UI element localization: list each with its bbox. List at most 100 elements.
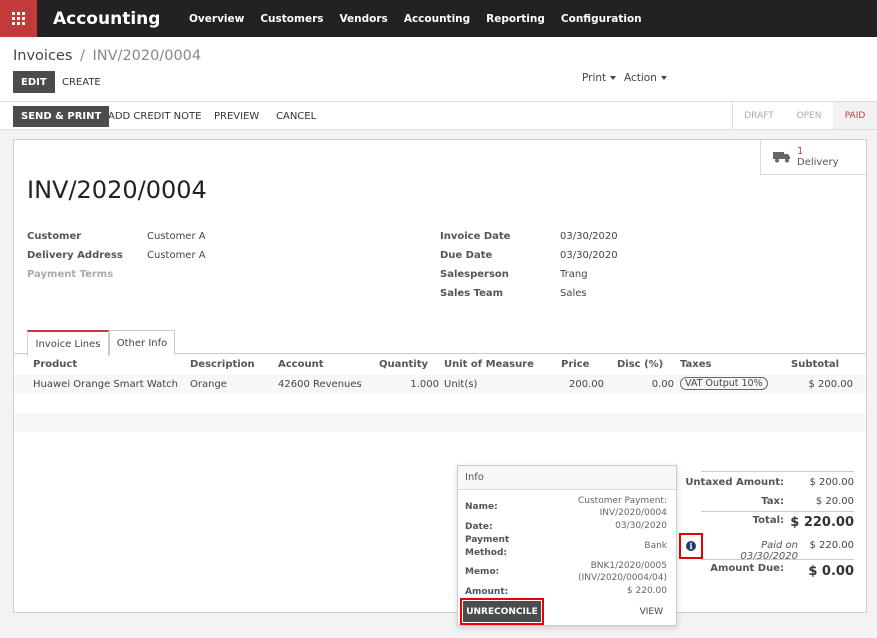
popover-method-label-2: Method: xyxy=(465,548,507,558)
send-print-button[interactable]: SEND & PRINT xyxy=(13,106,110,127)
tab-other-info[interactable]: Other Info xyxy=(109,330,175,355)
breadcrumb-invoices[interactable]: Invoices xyxy=(13,48,72,64)
line-price: 200.00 xyxy=(569,379,604,390)
info-icon: i xyxy=(686,541,696,551)
create-button[interactable]: CREATE xyxy=(62,71,101,93)
popover-method-value: Bank xyxy=(644,541,667,551)
invoice-number: INV/2020/0004 xyxy=(27,176,207,204)
line-account: 42600 Revenues xyxy=(278,379,362,390)
popover-method-label-1: Payment xyxy=(465,535,510,545)
top-navbar: Accounting Overview Customers Vendors Ac… xyxy=(0,0,877,37)
breadcrumb-current: INV/2020/0004 xyxy=(92,48,202,64)
payment-info-button[interactable]: i xyxy=(679,533,703,559)
stage-paid: PAID xyxy=(833,102,877,129)
status-stages: DRAFT OPEN PAID xyxy=(732,102,877,129)
cancel-button[interactable]: CANCEL xyxy=(276,106,316,127)
breadcrumb: Invoices / INV/2020/0004 xyxy=(13,48,201,64)
preview-button[interactable]: PREVIEW xyxy=(214,106,259,127)
col-uom[interactable]: Unit of Measure xyxy=(444,359,534,370)
delivery-label: Delivery xyxy=(797,156,839,168)
customer-label: Customer xyxy=(27,231,82,242)
delivery-address-label: Delivery Address xyxy=(27,250,123,261)
col-discount[interactable]: Disc (%) xyxy=(617,359,663,370)
empty-row xyxy=(14,413,866,432)
print-dropdown[interactable]: Print xyxy=(582,72,617,84)
menu-configuration[interactable]: Configuration xyxy=(561,13,642,25)
invoice-date-label: Invoice Date xyxy=(440,231,511,242)
caret-down-icon xyxy=(610,76,617,80)
popover-memo-line1: BNK1/2020/0005 xyxy=(590,561,667,571)
sales-team-value[interactable]: Sales xyxy=(560,288,587,299)
invoice-sheet: 1 Delivery INV/2020/0004 Customer Custom… xyxy=(13,139,867,613)
col-subtotal[interactable]: Subtotal xyxy=(791,359,839,370)
sales-team-label: Sales Team xyxy=(440,288,504,299)
truck-icon xyxy=(773,152,790,163)
salesperson-value[interactable]: Trang xyxy=(560,269,588,280)
popover-date-label: Date: xyxy=(465,522,493,532)
popover-title: Info xyxy=(458,466,676,490)
totals-divider xyxy=(701,471,854,472)
payment-terms-label: Payment Terms xyxy=(27,269,114,280)
due-date-value: 03/30/2020 xyxy=(560,250,618,261)
tax-pill: VAT Output 10% xyxy=(680,377,768,390)
popover-memo-line2: (INV/2020/0004/04) xyxy=(578,573,667,583)
line-discount: 0.00 xyxy=(651,379,674,390)
menu-vendors[interactable]: Vendors xyxy=(340,13,388,25)
delivery-count: 1 xyxy=(797,145,804,157)
line-tax-tag: VAT Output 10% xyxy=(680,377,768,390)
caret-down-icon xyxy=(660,76,667,80)
line-description: Orange xyxy=(190,379,227,390)
app-title: Accounting xyxy=(53,8,161,29)
due-date-label: Due Date xyxy=(440,250,493,261)
amount-due-value: $ 0.00 xyxy=(808,564,854,579)
action-dropdown[interactable]: Action xyxy=(624,72,667,84)
print-label: Print xyxy=(582,72,607,84)
menu-reporting[interactable]: Reporting xyxy=(486,13,545,25)
delivery-smart-button[interactable]: 1 Delivery xyxy=(760,140,866,175)
popover-name-line1: Customer Payment: xyxy=(577,496,667,506)
col-account[interactable]: Account xyxy=(278,359,323,370)
line-uom: Unit(s) xyxy=(444,379,478,390)
line-quantity: 1.000 xyxy=(410,379,439,390)
view-button[interactable]: VIEW xyxy=(640,607,663,617)
line-subtotal: $ 200.00 xyxy=(808,379,853,390)
popover-amount-value: $ 220.00 xyxy=(626,586,667,596)
col-description[interactable]: Description xyxy=(190,359,255,370)
invoice-date-value: 03/30/2020 xyxy=(560,231,618,242)
edit-button[interactable]: EDIT xyxy=(13,71,55,93)
line-product: Huawei Orange Smart Watch xyxy=(33,379,178,390)
apps-menu-button[interactable] xyxy=(0,0,37,37)
unreconcile-button[interactable]: UNRECONCILE xyxy=(460,598,544,625)
payment-info-popover: Info Name: Customer Payment: INV/2020/00… xyxy=(457,465,677,626)
customer-value[interactable]: Customer A xyxy=(147,231,206,242)
tax-value: $ 20.00 xyxy=(815,496,854,507)
action-label: Action xyxy=(624,72,657,84)
delivery-address-value[interactable]: Customer A xyxy=(147,250,206,261)
tab-invoice-lines[interactable]: Invoice Lines xyxy=(27,330,109,356)
col-taxes[interactable]: Taxes xyxy=(680,359,711,370)
main-menu: Overview Customers Vendors Accounting Re… xyxy=(189,13,658,25)
menu-overview[interactable]: Overview xyxy=(189,13,244,25)
status-bar: SEND & PRINT ADD CREDIT NOTE PREVIEW CAN… xyxy=(0,102,877,130)
stage-open: OPEN xyxy=(796,110,822,121)
popover-date-value: 03/30/2020 xyxy=(615,521,667,531)
totals-divider xyxy=(701,511,854,512)
menu-customers[interactable]: Customers xyxy=(260,13,323,25)
breadcrumb-separator: / xyxy=(80,48,85,64)
untaxed-value: $ 200.00 xyxy=(809,477,854,488)
popover-name-line2: INV/2020/0004 xyxy=(599,508,667,518)
control-panel: Invoices / INV/2020/0004 EDIT CREATE Pri… xyxy=(0,37,877,102)
notebook-tabs: Invoice Lines Other Info xyxy=(14,330,866,356)
popover-name-label: Name: xyxy=(465,502,498,512)
totals-divider xyxy=(701,559,854,560)
popover-memo-label: Memo: xyxy=(465,567,500,577)
salesperson-label: Salesperson xyxy=(440,269,509,280)
paid-amount: $ 220.00 xyxy=(809,540,854,551)
grid-icon xyxy=(11,11,26,26)
col-price[interactable]: Price xyxy=(561,359,589,370)
add-credit-note-button[interactable]: ADD CREDIT NOTE xyxy=(108,106,201,127)
menu-accounting[interactable]: Accounting xyxy=(404,13,470,25)
col-product[interactable]: Product xyxy=(33,359,77,370)
total-value: $ 220.00 xyxy=(790,515,854,530)
col-quantity[interactable]: Quantity xyxy=(379,359,428,370)
